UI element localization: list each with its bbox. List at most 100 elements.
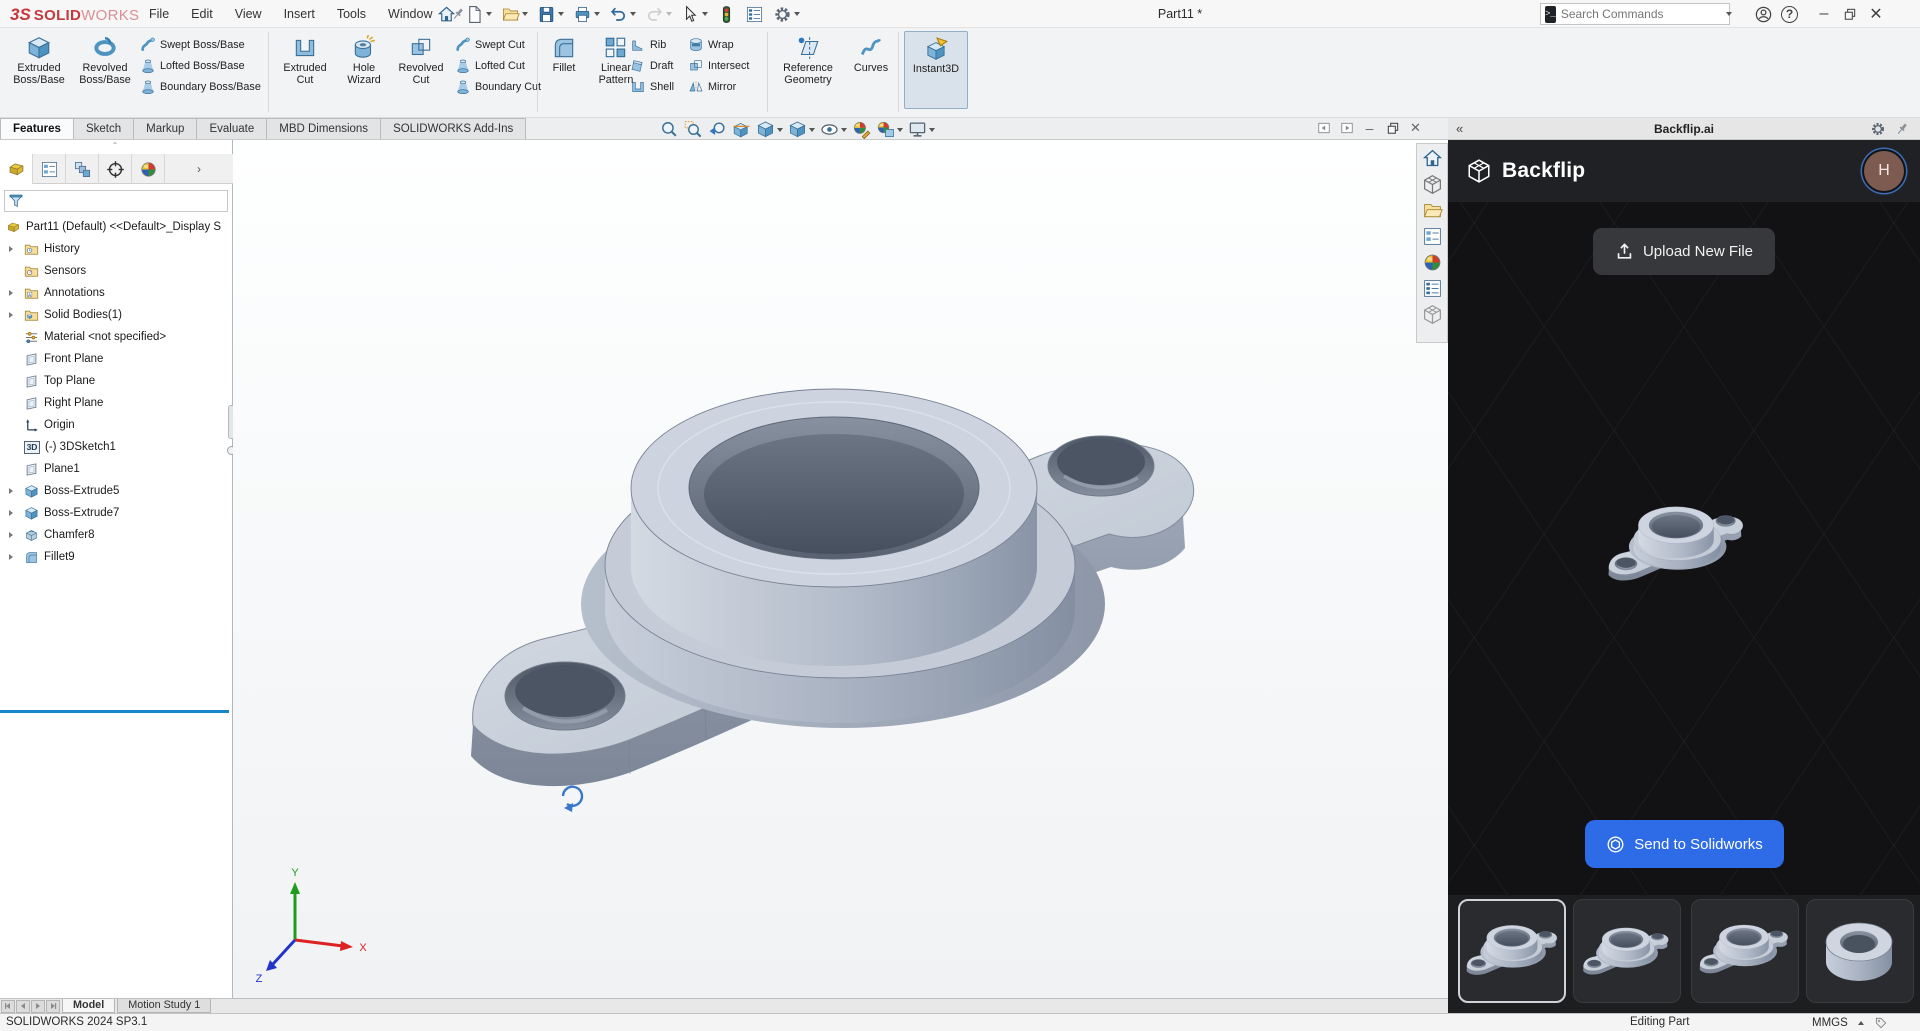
- tree-item-right-plane[interactable]: Right Plane: [0, 392, 233, 414]
- doc-close-button[interactable]: ✕: [1407, 120, 1424, 135]
- tab-scroll-first-icon[interactable]: [1, 1000, 15, 1013]
- panel-settings-icon[interactable]: [1870, 121, 1886, 137]
- dropdown-caret-icon[interactable]: [809, 128, 815, 132]
- doc-restore-button[interactable]: [1384, 120, 1401, 135]
- tab-motion-study-1[interactable]: Motion Study 1: [117, 999, 211, 1013]
- menu-tools[interactable]: Tools: [326, 0, 377, 28]
- view-orientation-button[interactable]: [756, 120, 783, 139]
- search-input[interactable]: [1561, 7, 1716, 21]
- tab-mbd-dimensions[interactable]: MBD Dimensions: [266, 118, 381, 139]
- appearances-icon[interactable]: [1422, 252, 1443, 273]
- undo-button[interactable]: [606, 3, 639, 26]
- dropdown-caret-icon[interactable]: [794, 12, 800, 16]
- tree-item-sensors[interactable]: Sensors: [0, 260, 233, 282]
- tab-scroll-next-icon[interactable]: [31, 1000, 45, 1013]
- units-caret-icon[interactable]: [1858, 1021, 1864, 1025]
- display-style-button[interactable]: [788, 120, 815, 139]
- swept-cut-button[interactable]: Swept Cut: [455, 36, 541, 54]
- home-button[interactable]: [434, 3, 459, 26]
- dropdown-caret-icon[interactable]: [777, 128, 783, 132]
- tab-features[interactable]: Features: [0, 118, 74, 139]
- tree-item-front-plane[interactable]: Front Plane: [0, 348, 233, 370]
- graphics-viewport[interactable]: Y X Z: [233, 140, 1448, 998]
- print-button[interactable]: [570, 3, 603, 26]
- tree-item-3dsketch1[interactable]: 3D (-) 3DSketch1: [0, 436, 233, 458]
- fillet-button[interactable]: Fillet: [541, 31, 587, 74]
- tab-sketch[interactable]: Sketch: [73, 118, 134, 139]
- user-avatar[interactable]: H: [1864, 151, 1904, 191]
- dropdown-caret-icon[interactable]: [841, 128, 847, 132]
- part-preview-3d[interactable]: [1448, 430, 1920, 660]
- tree-item-origin[interactable]: Origin: [0, 414, 233, 436]
- dropdown-caret-icon[interactable]: [558, 12, 564, 16]
- view-palette-icon[interactable]: [1422, 226, 1443, 247]
- dimxpert-manager-tab[interactable]: [99, 154, 132, 184]
- lofted-boss-base-button[interactable]: Lofted Boss/Base: [140, 57, 261, 75]
- restore-button[interactable]: [1837, 1, 1863, 27]
- rebuild-button[interactable]: [714, 3, 739, 26]
- menu-view[interactable]: View: [224, 0, 273, 28]
- thumbnail-flange-1[interactable]: [1458, 899, 1566, 1003]
- thumbnail-flange-3[interactable]: [1691, 899, 1799, 1003]
- configuration-manager-tab[interactable]: [66, 154, 99, 184]
- new-document-button[interactable]: [462, 3, 495, 26]
- tab-markup[interactable]: Markup: [133, 118, 197, 139]
- save-button[interactable]: [534, 3, 567, 26]
- redo-button[interactable]: [642, 3, 675, 26]
- backflip-pane-icon[interactable]: [1422, 304, 1443, 325]
- tree-item-chamfer8[interactable]: Chamfer8: [0, 524, 233, 546]
- zoom-to-fit-button[interactable]: [660, 120, 679, 139]
- zoom-to-area-button[interactable]: [684, 120, 703, 139]
- edit-appearance-button[interactable]: [852, 120, 871, 139]
- tree-item-part-root[interactable]: Part11 (Default) <<Default>_Display S: [0, 216, 233, 238]
- extruded-boss-base-button[interactable]: Extruded Boss/Base: [6, 31, 72, 87]
- close-button[interactable]: ✕: [1863, 1, 1889, 27]
- apply-scene-button[interactable]: [876, 120, 903, 139]
- flange-part-model[interactable]: Y X Z: [233, 140, 1448, 998]
- pane-right-icon[interactable]: [1338, 120, 1355, 135]
- tree-item-solid-bodies[interactable]: Solid Bodies(1): [0, 304, 233, 326]
- tag-icon[interactable]: [1874, 1016, 1888, 1030]
- thumbnail-cylinder[interactable]: [1806, 899, 1914, 1003]
- feature-manager-tab[interactable]: [0, 154, 33, 184]
- doc-minimize-button[interactable]: –: [1361, 120, 1378, 135]
- hole-wizard-button[interactable]: Hole Wizard: [336, 31, 392, 87]
- dropdown-caret-icon[interactable]: [630, 12, 636, 16]
- options-button[interactable]: [770, 3, 803, 26]
- menu-insert[interactable]: Insert: [273, 0, 326, 28]
- pane-left-icon[interactable]: [1315, 120, 1332, 135]
- dropdown-caret-icon[interactable]: [594, 12, 600, 16]
- help-icon[interactable]: ?: [1781, 6, 1798, 23]
- boundary-cut-button[interactable]: Boundary Cut: [455, 78, 541, 96]
- tree-item-boss-extrude5[interactable]: Boss-Extrude5: [0, 480, 233, 502]
- display-manager-tab[interactable]: [132, 154, 165, 184]
- status-units[interactable]: MMGS: [1812, 1017, 1848, 1029]
- task-home-icon[interactable]: [1422, 148, 1443, 169]
- minimize-button[interactable]: –: [1811, 1, 1837, 27]
- tab-scroll-prev-icon[interactable]: [16, 1000, 30, 1013]
- tree-item-annotations[interactable]: Annotations: [0, 282, 233, 304]
- rib-button[interactable]: Rib: [630, 36, 674, 54]
- instant3d-button[interactable]: Instant3D: [904, 31, 968, 109]
- wrap-button[interactable]: Wrap: [688, 36, 749, 54]
- tab-evaluate[interactable]: Evaluate: [196, 118, 267, 139]
- search-commands-box[interactable]: >_: [1540, 3, 1730, 25]
- dropdown-caret-icon[interactable]: [1726, 12, 1732, 16]
- menu-edit[interactable]: Edit: [180, 0, 224, 28]
- tab-scroll-last-icon[interactable]: [46, 1000, 60, 1013]
- tab-solidworks-add-ins[interactable]: SOLIDWORKS Add-Ins: [380, 118, 526, 139]
- dropdown-caret-icon[interactable]: [522, 12, 528, 16]
- menu-file[interactable]: File: [138, 0, 180, 28]
- revolved-cut-button[interactable]: Revolved Cut: [392, 31, 450, 87]
- swept-boss-base-button[interactable]: Swept Boss/Base: [140, 36, 261, 54]
- rollback-bar[interactable]: [0, 710, 229, 713]
- dropdown-caret-icon[interactable]: [929, 128, 935, 132]
- expand-arrow-icon[interactable]: [9, 290, 13, 296]
- upload-new-file-button[interactable]: Upload New File: [1593, 228, 1775, 275]
- boundary-boss-base-button[interactable]: Boundary Boss/Base: [140, 78, 261, 96]
- view-settings-button[interactable]: [908, 120, 935, 139]
- dropdown-caret-icon[interactable]: [702, 12, 708, 16]
- tree-tabs-overflow-icon[interactable]: ›: [165, 154, 233, 183]
- select-tool-button[interactable]: [678, 3, 711, 26]
- panel-pin-icon[interactable]: [1894, 121, 1910, 137]
